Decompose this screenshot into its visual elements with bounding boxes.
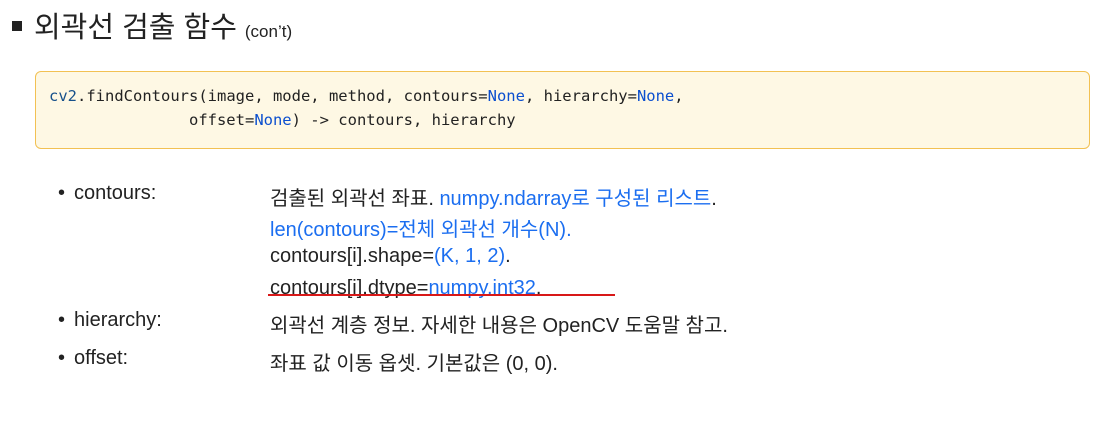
bullet-icon: • (58, 309, 66, 331)
desc-text: . (505, 245, 511, 267)
title-sub: (con’t) (244, 22, 293, 41)
code-none-1: None (487, 87, 525, 105)
code-mid: , hierarchy= (524, 87, 637, 105)
desc-line: 검출된 외곽선 좌표. numpy.ndarray로 구성된 리스트. (270, 182, 717, 211)
red-underline-annotation (268, 294, 615, 296)
desc-text: 검출된 외곽선 좌표. (270, 188, 440, 210)
desc-line: contours[i].shape=(K, 1, 2). (270, 245, 511, 268)
code-rest: ) -> contours, hierarchy (291, 111, 516, 129)
desc-highlight: (K, 1, 2) (434, 245, 506, 267)
code-end: , (674, 87, 684, 105)
param-desc: 외곽선 계층 정보. 자세한 내용은 OpenCV 도움말 참고. (270, 315, 728, 337)
code-module: cv2 (49, 87, 77, 105)
slide-title: 외곽선 검출 함수 (con’t) (12, 4, 292, 46)
title-main: 외곽선 검출 함수 (34, 12, 237, 44)
bullet-icon: • (58, 182, 66, 204)
desc-text: contours[i].shape= (270, 245, 434, 267)
desc-line: contours[i].dtype=numpy.int32. (270, 277, 541, 300)
bullet-icon: • (58, 347, 66, 369)
code-func: findContours(image, mode, method, contou… (86, 87, 488, 105)
param-name: contours: (74, 182, 157, 204)
desc-text: . (711, 188, 717, 210)
desc-line: len(contours)=전체 외곽선 개수(N). (270, 219, 572, 241)
desc-highlight: numpy.ndarray로 구성된 리스트 (439, 188, 712, 210)
param-name: offset: (74, 347, 129, 369)
code-signature-box: cv2.findContours(image, mode, method, co… (35, 71, 1090, 149)
code-dot: . (77, 87, 87, 105)
square-bullet-icon (12, 21, 22, 31)
param-desc: 좌표 값 이동 옵셋. 기본값은 (0, 0). (270, 353, 558, 375)
code-offset-kw: offset= (188, 111, 255, 129)
code-none-3: None (254, 111, 292, 129)
param-name: hierarchy: (74, 309, 162, 331)
code-none-2: None (636, 87, 675, 105)
